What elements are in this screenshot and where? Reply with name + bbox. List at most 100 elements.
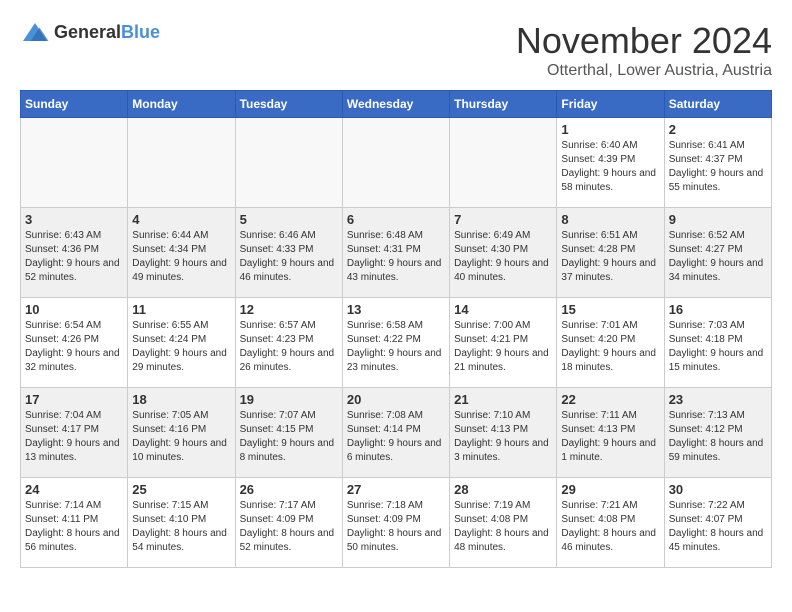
day-info: Sunrise: 7:14 AMSunset: 4:11 PMDaylight:… [25,499,123,555]
day-info: Sunrise: 6:57 AMSunset: 4:23 PMDaylight:… [240,319,338,375]
day-info: Sunrise: 6:41 AMSunset: 4:37 PMDaylight:… [669,139,767,195]
month-title: November 2024 [516,20,772,62]
day-info: Sunrise: 7:22 AMSunset: 4:07 PMDaylight:… [669,499,767,555]
day-info: Sunrise: 7:07 AMSunset: 4:15 PMDaylight:… [240,409,338,465]
day-info: Sunrise: 7:10 AMSunset: 4:13 PMDaylight:… [454,409,552,465]
day-number: 19 [240,392,338,407]
day-info: Sunrise: 6:52 AMSunset: 4:27 PMDaylight:… [669,229,767,285]
day-number: 17 [25,392,123,407]
logo-text-general: General [54,22,121,42]
day-info: Sunrise: 6:58 AMSunset: 4:22 PMDaylight:… [347,319,445,375]
day-info: Sunrise: 7:05 AMSunset: 4:16 PMDaylight:… [132,409,230,465]
day-info: Sunrise: 7:00 AMSunset: 4:21 PMDaylight:… [454,319,552,375]
day-number: 11 [132,302,230,317]
weekday-header: Tuesday [235,91,342,118]
day-number: 25 [132,482,230,497]
calendar-day: 9 Sunrise: 6:52 AMSunset: 4:27 PMDaylight… [664,208,771,298]
calendar-day: 16 Sunrise: 7:03 AMSunset: 4:18 PMDayligh… [664,298,771,388]
day-number: 6 [347,212,445,227]
day-info: Sunrise: 7:04 AMSunset: 4:17 PMDaylight:… [25,409,123,465]
calendar-day: 28 Sunrise: 7:19 AMSunset: 4:08 PMDayligh… [450,478,557,568]
calendar-day: 12Sunrise: 6:57 AMSunset: 4:23 PMDayligh… [235,298,342,388]
day-number: 30 [669,482,767,497]
day-info: Sunrise: 7:11 AMSunset: 4:13 PMDaylight:… [561,409,659,465]
calendar-day: 22 Sunrise: 7:11 AMSunset: 4:13 PMDayligh… [557,388,664,478]
day-info: Sunrise: 6:49 AMSunset: 4:30 PMDaylight:… [454,229,552,285]
day-number: 13 [347,302,445,317]
calendar-table: SundayMondayTuesdayWednesdayThursdayFrid… [20,90,772,568]
day-number: 10 [25,302,123,317]
day-info: Sunrise: 6:54 AMSunset: 4:26 PMDaylight:… [25,319,123,375]
calendar-day: 7Sunrise: 6:49 AMSunset: 4:30 PMDaylight… [450,208,557,298]
calendar-day: 1 Sunrise: 6:40 AMSunset: 4:39 PMDaylight… [557,118,664,208]
weekday-header-row: SundayMondayTuesdayWednesdayThursdayFrid… [21,91,772,118]
title-area: November 2024 Otterthal, Lower Austria, … [516,20,772,80]
day-number: 8 [561,212,659,227]
calendar-day: 3 Sunrise: 6:43 AMSunset: 4:36 PMDaylight… [21,208,128,298]
calendar-day: 20 Sunrise: 7:08 AMSunset: 4:14 PMDayligh… [342,388,449,478]
logo-text-blue: Blue [121,22,160,42]
day-number: 4 [132,212,230,227]
day-number: 16 [669,302,767,317]
day-info: Sunrise: 6:40 AMSunset: 4:39 PMDaylight:… [561,139,659,195]
calendar-day [450,118,557,208]
day-number: 15 [561,302,659,317]
calendar-day: 24Sunrise: 7:14 AMSunset: 4:11 PMDayligh… [21,478,128,568]
calendar-day: 27Sunrise: 7:18 AMSunset: 4:09 PMDayligh… [342,478,449,568]
calendar-day: 8 Sunrise: 6:51 AMSunset: 4:28 PMDaylight… [557,208,664,298]
calendar-day [342,118,449,208]
day-number: 1 [561,122,659,137]
day-number: 28 [454,482,552,497]
calendar-week-row: 10 Sunrise: 6:54 AMSunset: 4:26 PMDayligh… [21,298,772,388]
logo: GeneralBlue [20,20,160,44]
day-info: Sunrise: 7:03 AMSunset: 4:18 PMDaylight:… [669,319,767,375]
calendar-week-row: 17 Sunrise: 7:04 AMSunset: 4:17 PMDayligh… [21,388,772,478]
calendar-week-row: 24Sunrise: 7:14 AMSunset: 4:11 PMDayligh… [21,478,772,568]
calendar-day: 26Sunrise: 7:17 AMSunset: 4:09 PMDayligh… [235,478,342,568]
weekday-header: Monday [128,91,235,118]
calendar-day: 21 Sunrise: 7:10 AMSunset: 4:13 PMDayligh… [450,388,557,478]
weekday-header: Saturday [664,91,771,118]
weekday-header: Friday [557,91,664,118]
calendar-day: 15 Sunrise: 7:01 AMSunset: 4:20 PMDayligh… [557,298,664,388]
calendar-day: 2 Sunrise: 6:41 AMSunset: 4:37 PMDaylight… [664,118,771,208]
day-info: Sunrise: 6:44 AMSunset: 4:34 PMDaylight:… [132,229,230,285]
day-number: 9 [669,212,767,227]
day-number: 5 [240,212,338,227]
day-info: Sunrise: 6:46 AMSunset: 4:33 PMDaylight:… [240,229,338,285]
page-header: GeneralBlue November 2024 Otterthal, Low… [20,20,772,80]
day-info: Sunrise: 7:18 AMSunset: 4:09 PMDaylight:… [347,499,445,555]
calendar-day: 4 Sunrise: 6:44 AMSunset: 4:34 PMDaylight… [128,208,235,298]
day-info: Sunrise: 7:01 AMSunset: 4:20 PMDaylight:… [561,319,659,375]
day-info: Sunrise: 7:19 AMSunset: 4:08 PMDaylight:… [454,499,552,555]
calendar-day [235,118,342,208]
day-info: Sunrise: 7:08 AMSunset: 4:14 PMDaylight:… [347,409,445,465]
day-info: Sunrise: 6:51 AMSunset: 4:28 PMDaylight:… [561,229,659,285]
calendar-day: 14Sunrise: 7:00 AMSunset: 4:21 PMDayligh… [450,298,557,388]
calendar-day [128,118,235,208]
day-info: Sunrise: 6:43 AMSunset: 4:36 PMDaylight:… [25,229,123,285]
day-number: 23 [669,392,767,407]
day-number: 20 [347,392,445,407]
calendar-day: 17 Sunrise: 7:04 AMSunset: 4:17 PMDayligh… [21,388,128,478]
calendar-day: 19 Sunrise: 7:07 AMSunset: 4:15 PMDayligh… [235,388,342,478]
location-subtitle: Otterthal, Lower Austria, Austria [516,62,772,80]
day-number: 29 [561,482,659,497]
weekday-header: Thursday [450,91,557,118]
day-info: Sunrise: 6:55 AMSunset: 4:24 PMDaylight:… [132,319,230,375]
day-number: 26 [240,482,338,497]
day-number: 21 [454,392,552,407]
day-number: 3 [25,212,123,227]
calendar-day: 29Sunrise: 7:21 AMSunset: 4:08 PMDayligh… [557,478,664,568]
logo-icon [20,20,50,44]
weekday-header: Sunday [21,91,128,118]
day-info: Sunrise: 6:48 AMSunset: 4:31 PMDaylight:… [347,229,445,285]
day-number: 18 [132,392,230,407]
calendar-day: 5 Sunrise: 6:46 AMSunset: 4:33 PMDaylight… [235,208,342,298]
calendar-day: 6 Sunrise: 6:48 AMSunset: 4:31 PMDaylight… [342,208,449,298]
day-number: 2 [669,122,767,137]
weekday-header: Wednesday [342,91,449,118]
day-number: 22 [561,392,659,407]
day-info: Sunrise: 7:13 AMSunset: 4:12 PMDaylight:… [669,409,767,465]
calendar-day: 13 Sunrise: 6:58 AMSunset: 4:22 PMDayligh… [342,298,449,388]
